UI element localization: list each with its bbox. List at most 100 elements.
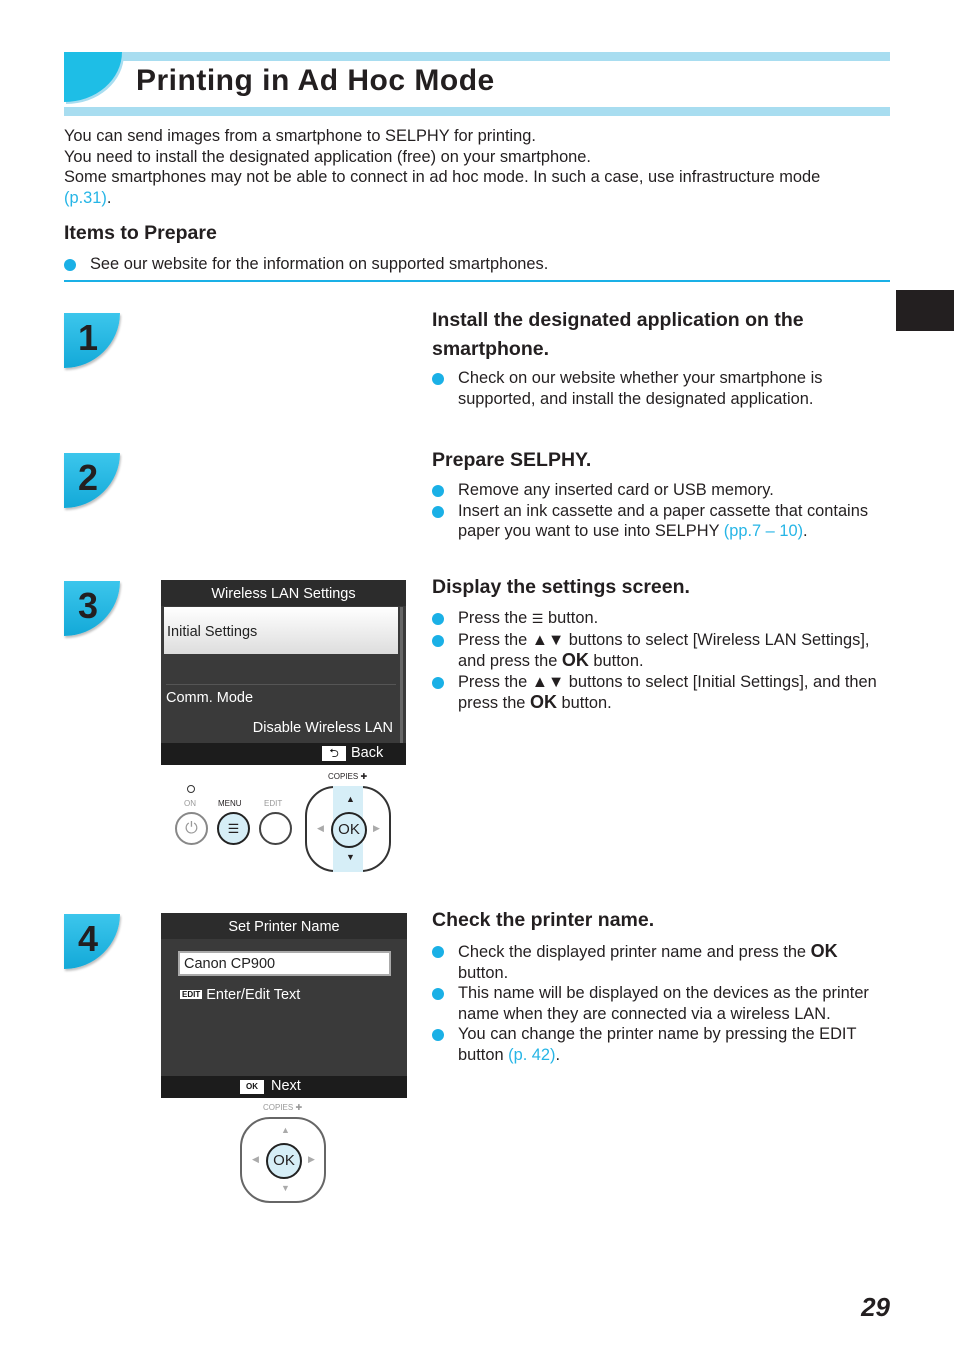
lcd-set-printer-name: Set Printer Name Canon CP900 EDIT Enter/… (161, 913, 407, 1098)
copies-label: COPIES ✚ (328, 772, 368, 781)
on-label: ON (184, 799, 196, 808)
item-text: button. (588, 652, 644, 671)
intro-line: You need to install the designated appli… (64, 147, 591, 166)
intro: You can send images from a smartphone to… (64, 126, 890, 208)
back-icon: ⮌ (322, 746, 346, 761)
up-arrow-icon[interactable]: ▲ (346, 794, 355, 804)
list-item: Remove any inserted card or USB memory. (432, 480, 892, 501)
step-2-badge: 2 (64, 453, 120, 508)
step-2: Prepare SELPHY. Remove any inserted card… (432, 446, 892, 542)
item-text: Check on our website whether your smartp… (458, 369, 823, 408)
ok-tag-icon: OK (240, 1080, 264, 1094)
step-number: 4 (78, 918, 99, 959)
item-text: Press the (458, 630, 532, 649)
intro-line: Some smartphones may not be able to conn… (64, 168, 821, 187)
power-button[interactable]: ⏻ (175, 812, 208, 845)
bullet-icon (64, 259, 76, 271)
screen-title: Wireless LAN Settings (161, 580, 406, 606)
left-arrow-icon[interactable]: ◀ (252, 1154, 259, 1165)
title-bar: Printing in Ad Hoc Mode (64, 52, 890, 116)
step-number: 1 (78, 317, 99, 358)
down-arrow-icon[interactable]: ▼ (346, 852, 355, 862)
items-to-prepare: Items to Prepare See our website for the… (64, 219, 890, 275)
edit-label: EDIT (264, 799, 283, 808)
right-arrow-icon[interactable]: ▶ (373, 823, 380, 834)
printer-controls: COPIES ✚ ▲ ▼ ◀ ▶ OK (239, 1103, 329, 1213)
step-1: Install the designated application on th… (432, 306, 892, 409)
item-text: Check the displayed printer name and pre… (458, 943, 811, 961)
printer-controls: ON MENU EDIT ⏻ ☰ COPIES ✚ ▲ ▼ ◀ ▶ OK (170, 770, 400, 880)
ok-glyph: OK (561, 650, 589, 671)
bullet-icon (432, 946, 444, 958)
printer-name-field[interactable]: Canon CP900 (178, 951, 391, 976)
list-item: Press the ☰ button. (432, 608, 892, 630)
step-1-badge: 1 (64, 313, 120, 368)
page-link[interactable]: (pp.7 – 10) (724, 522, 803, 540)
item-text: Remove any inserted card or USB memory. (458, 481, 774, 499)
step-heading: Check the printer name. (432, 909, 655, 931)
next-label: Next (271, 1078, 301, 1094)
list-item: Press the ▲▼ buttons to select [Initial … (432, 672, 892, 714)
ok-button[interactable]: OK (266, 1143, 302, 1179)
bullet-icon (432, 485, 444, 497)
menu-item-comm-mode[interactable]: Comm. Mode (166, 690, 253, 706)
punct: . (555, 1045, 561, 1064)
page-number: 29 (861, 1292, 890, 1322)
dpad[interactable]: ▲ ▼ ◀ ▶ OK (240, 1117, 326, 1203)
copies-label: COPIES ✚ (263, 1103, 303, 1112)
bullet-icon (432, 505, 444, 518)
bullet-icon (432, 613, 444, 625)
divider (64, 280, 890, 282)
punct: . (803, 522, 808, 541)
menu-icon: ☰ (531, 611, 544, 626)
item-text: This name will be displayed on the devic… (458, 984, 869, 1023)
scrollbar[interactable] (400, 607, 403, 747)
item-text: button. (458, 963, 509, 982)
step-heading: Install the designated application on th… (432, 309, 804, 331)
screen-footer: ⮌ Back (161, 743, 406, 765)
step-number: 3 (78, 585, 99, 626)
up-arrow-icon[interactable]: ▲ (281, 1125, 290, 1135)
item-text: button. (556, 694, 612, 713)
ok-button[interactable]: OK (331, 812, 367, 848)
ok-glyph: OK (529, 692, 557, 713)
step-4: Check the printer name. Check the displa… (432, 906, 892, 1066)
menu-button[interactable]: ☰ (217, 812, 250, 845)
item-text: button. (543, 609, 599, 627)
list-item: Check the displayed printer name and pre… (432, 941, 892, 983)
bullet-icon (432, 634, 444, 647)
chapter-tab (896, 290, 954, 331)
list-item: You can change the printer name by press… (432, 1024, 892, 1065)
step-3: Display the settings screen. Press the ☰… (432, 573, 892, 714)
list-item: This name will be displayed on the devic… (432, 983, 892, 1024)
item-label: Initial Settings (167, 624, 258, 640)
page-link[interactable]: (p.31) (64, 189, 107, 207)
item-text: See our website for the information on s… (90, 255, 549, 273)
up-down-arrows-icon: ▲▼ (531, 630, 565, 649)
list-item: Press the ▲▼ buttons to select [Wireless… (432, 630, 892, 672)
ok-glyph: OK (810, 941, 838, 961)
divider (166, 684, 396, 685)
down-arrow-icon[interactable]: ▼ (281, 1183, 290, 1193)
dpad[interactable]: ▲ ▼ ◀ ▶ OK (305, 786, 391, 872)
right-arrow-icon[interactable]: ▶ (308, 1154, 315, 1165)
edit-button[interactable] (259, 812, 292, 845)
left-arrow-icon[interactable]: ◀ (317, 823, 324, 834)
page-title: Printing in Ad Hoc Mode (136, 64, 495, 97)
punct: . (106, 188, 112, 207)
step-3-badge: 3 (64, 581, 120, 636)
step-number: 2 (78, 457, 99, 498)
step-heading: Prepare SELPHY. (432, 449, 592, 471)
power-lamp-icon (187, 785, 195, 793)
item-text: Press the (458, 609, 532, 627)
step-heading: smartphone. (432, 338, 550, 360)
screen-title: Set Printer Name (161, 913, 407, 939)
page-link[interactable]: (p. 42) (508, 1046, 555, 1064)
up-down-arrows-icon: ▲▼ (531, 672, 565, 691)
copies-text: COPIES (328, 772, 359, 781)
list-item: See our website for the information on s… (64, 254, 890, 275)
edit-tag-icon: EDIT (180, 990, 203, 999)
comm-mode-value: Disable Wireless LAN (252, 720, 393, 736)
copies-text: COPIES (263, 1103, 294, 1112)
menu-item-initial-settings[interactable]: Initial Settings (164, 607, 398, 654)
